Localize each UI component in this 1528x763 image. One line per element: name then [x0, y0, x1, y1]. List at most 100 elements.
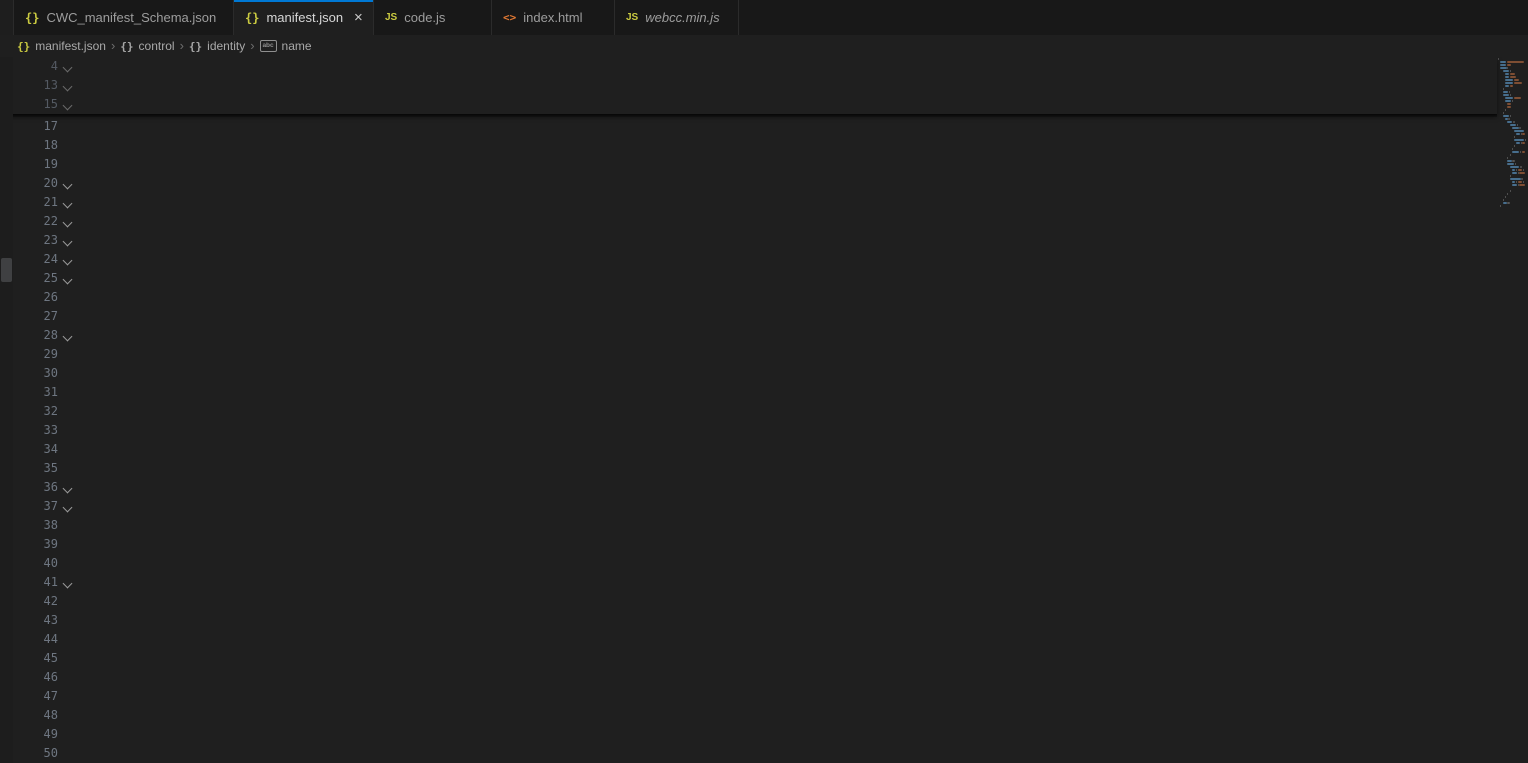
fold-chevron-icon[interactable] — [58, 573, 78, 592]
breadcrumb-label: identity — [207, 39, 245, 53]
chevron-down-icon — [63, 275, 73, 285]
code-line: 33 — [0, 421, 1497, 440]
minimap-line — [1514, 145, 1515, 147]
breadcrumb-item-control[interactable]: {}control — [120, 39, 174, 53]
fold-gutter — [58, 383, 78, 402]
editor: 41315 1718192021222324252627282930313233… — [0, 57, 1528, 763]
fold-chevron-icon[interactable] — [58, 231, 78, 250]
code-line: 27 — [0, 307, 1497, 326]
minimap[interactable] — [1497, 57, 1528, 763]
abc-icon: abc — [260, 40, 277, 52]
code-line: 50 — [0, 744, 1497, 763]
minimap-line — [1510, 124, 1516, 126]
minimap-line — [1514, 79, 1520, 81]
chevron-down-icon — [63, 484, 73, 494]
minimap-line — [1510, 85, 1514, 87]
minimap-line — [1505, 100, 1511, 102]
code-line: 32 — [0, 402, 1497, 421]
minimap-line — [1522, 142, 1525, 144]
minimap-line — [1503, 91, 1509, 93]
minimap-line — [1512, 127, 1519, 129]
json-icon: {} — [25, 11, 39, 25]
fold-gutter — [58, 307, 78, 326]
code-line: 4 — [0, 57, 1497, 76]
code-line: 30 — [0, 364, 1497, 383]
minimap-line — [1520, 151, 1521, 153]
minimap-line — [1519, 127, 1521, 129]
minimap-line — [1518, 181, 1523, 183]
fold-gutter — [58, 402, 78, 421]
chevron-down-icon — [63, 63, 73, 73]
tab-index.html[interactable]: <> index.html — [492, 0, 615, 35]
minimap-line — [1512, 184, 1517, 186]
breadcrumb-label: name — [282, 39, 312, 53]
minimap-line — [1512, 169, 1516, 171]
minimap-line — [1507, 193, 1508, 195]
chevron-down-icon — [63, 82, 73, 92]
code-line: 34 — [0, 440, 1497, 459]
minimap-line — [1509, 91, 1510, 93]
tab-manifest.json[interactable]: {} manifest.json × — [234, 0, 374, 35]
code-line: 20 — [0, 174, 1497, 193]
minimap-line — [1503, 115, 1509, 117]
minimap-line — [1520, 166, 1522, 168]
fold-chevron-icon[interactable] — [58, 326, 78, 345]
chevron-down-icon — [63, 218, 73, 228]
tab-code.js[interactable]: JScode.js — [374, 0, 492, 35]
fold-chevron-icon[interactable] — [58, 269, 78, 288]
minimap-line — [1510, 166, 1520, 168]
fold-chevron-icon[interactable] — [58, 174, 78, 193]
minimap-line — [1503, 112, 1504, 114]
minimap-line — [1519, 184, 1525, 186]
minimap-line — [1507, 67, 1508, 69]
fold-chevron-icon[interactable] — [58, 95, 78, 114]
fold-chevron-icon[interactable] — [58, 76, 78, 95]
minimap-line — [1523, 169, 1524, 171]
fold-chevron-icon[interactable] — [58, 212, 78, 231]
tab-label: code.js — [404, 10, 445, 25]
tab-label: index.html — [523, 10, 582, 25]
minimap-line — [1516, 181, 1517, 183]
minimap-line — [1513, 121, 1515, 123]
tab-CWC_manifest_Schema.json[interactable]: {}CWC_manifest_Schema.json — [14, 0, 234, 35]
minimap-line — [1514, 130, 1524, 132]
code-line: 23 — [0, 231, 1497, 250]
code-line: 44 — [0, 630, 1497, 649]
html-icon: <> — [503, 11, 516, 24]
code-line: 48 — [0, 706, 1497, 725]
minimap-line — [1516, 169, 1517, 171]
minimap-line — [1522, 133, 1525, 135]
breadcrumb-item-manifest.json[interactable]: {}manifest.json — [17, 39, 106, 53]
close-icon[interactable]: × — [354, 10, 363, 25]
code-line: 45 — [0, 649, 1497, 668]
code-line: 15 — [0, 95, 1497, 114]
json-icon: {} — [245, 11, 259, 25]
minimap-line — [1510, 190, 1511, 192]
minimap-line — [1505, 82, 1513, 84]
fold-gutter — [58, 345, 78, 364]
minimap-line — [1505, 196, 1506, 198]
fold-chevron-icon[interactable] — [58, 478, 78, 497]
minimap-line — [1503, 94, 1509, 96]
fold-chevron-icon[interactable] — [58, 250, 78, 269]
fold-chevron-icon[interactable] — [58, 497, 78, 516]
tab-label: manifest.json — [266, 10, 343, 25]
fold-gutter — [58, 459, 78, 478]
fold-gutter — [58, 535, 78, 554]
minimap-line — [1510, 70, 1511, 72]
minimap-line — [1521, 178, 1523, 180]
minimap-line — [1507, 160, 1512, 162]
minimap-line — [1517, 124, 1519, 126]
code-line: 13 — [0, 76, 1497, 95]
code-line: 18 — [0, 136, 1497, 155]
scrollbar-thumb[interactable] — [1, 258, 12, 282]
fold-chevron-icon[interactable] — [58, 57, 78, 76]
code-line: 19 — [0, 155, 1497, 174]
breadcrumb-item-identity[interactable]: {}identity — [189, 39, 245, 53]
fold-chevron-icon[interactable] — [58, 193, 78, 212]
breadcrumb-item-name[interactable]: abcname — [260, 39, 312, 53]
chevron-down-icon — [63, 256, 73, 266]
minimap-line — [1500, 205, 1501, 207]
minimap-line — [1503, 199, 1504, 201]
tab-webcc.min.js[interactable]: JSwebcc.min.js — [615, 0, 739, 35]
